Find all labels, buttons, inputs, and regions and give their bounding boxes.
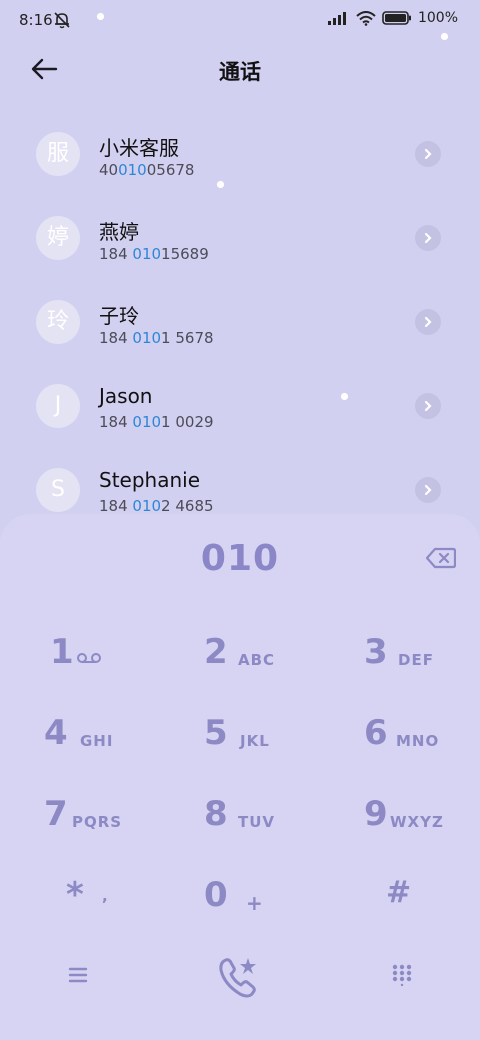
avatar: 婷 xyxy=(36,216,80,260)
status-time: 8:16 xyxy=(19,11,53,29)
notification-muted-icon xyxy=(54,12,70,29)
contact-detail-button[interactable] xyxy=(415,393,441,419)
match-highlight: 010 xyxy=(132,497,162,515)
contact-detail-button[interactable] xyxy=(415,309,441,335)
dial-key-star[interactable]: * , xyxy=(60,875,220,935)
match-highlight: 010 xyxy=(132,413,162,431)
dial-key-7[interactable]: 7 PQRS xyxy=(40,794,200,854)
signal-icon xyxy=(327,12,346,25)
contact-name: Jason xyxy=(99,384,153,408)
dialpad-panel: 010 1 2 ABC 3 DEF 4 GHI 5 JKL 6 MNO 7 PQ… xyxy=(0,514,480,1040)
contact-name: Stephanie xyxy=(99,468,201,492)
avatar: 玲 xyxy=(36,300,80,344)
battery-percent: 100% xyxy=(417,10,458,26)
avatar: J xyxy=(36,384,80,428)
match-highlight: 010 xyxy=(132,329,162,347)
contact-row[interactable]: J Jason 184 0101 0029 xyxy=(0,364,480,448)
contact-row[interactable]: 婷 燕婷 184 01015689 xyxy=(0,196,480,280)
dial-key-5[interactable]: 5 JKL xyxy=(200,713,360,773)
contact-number: 184 01015689 xyxy=(99,245,209,263)
menu-icon[interactable] xyxy=(68,966,88,984)
dial-key-8[interactable]: 8 TUV xyxy=(200,794,360,854)
contact-row[interactable]: 玲 子玲 184 0101 5678 xyxy=(0,280,480,364)
dialed-number-display[interactable]: 010 xyxy=(0,538,480,579)
contact-detail-button[interactable] xyxy=(415,477,441,503)
match-highlight: 010 xyxy=(132,245,162,263)
contact-name: 子玲 xyxy=(99,304,139,328)
avatar: 服 xyxy=(36,132,80,176)
sparkle-icon xyxy=(96,12,105,21)
header: 通话 xyxy=(0,48,480,92)
dial-key-3[interactable]: 3 DEF xyxy=(360,632,480,692)
contact-detail-button[interactable] xyxy=(415,225,441,251)
battery-icon xyxy=(382,11,411,25)
dial-key-2[interactable]: 2 ABC xyxy=(200,632,360,692)
avatar: S xyxy=(36,468,80,512)
contact-number: 4001005678 xyxy=(99,161,195,179)
status-bar: 8:16 100% xyxy=(0,0,480,40)
chevron-right-icon xyxy=(424,316,432,328)
contact-detail-button[interactable] xyxy=(415,141,441,167)
page-title: 通话 xyxy=(219,60,261,84)
chevron-right-icon xyxy=(424,148,432,160)
sparkle-icon xyxy=(440,32,449,41)
phone-call-icon[interactable] xyxy=(216,954,264,1000)
wifi-icon xyxy=(356,10,376,26)
contact-number: 184 0102 4685 xyxy=(99,497,214,515)
dial-key-6[interactable]: 6 MNO xyxy=(360,713,480,773)
match-highlight: 010 xyxy=(118,161,147,179)
voicemail-icon xyxy=(77,653,101,663)
contact-row[interactable]: 服 小米客服 4001005678 xyxy=(0,112,480,196)
dial-key-9[interactable]: 9 WXYZ xyxy=(360,794,480,854)
contact-name: 小米客服 xyxy=(99,136,179,160)
contact-name: 燕婷 xyxy=(99,220,139,244)
contact-number: 184 0101 5678 xyxy=(99,329,214,347)
dial-key-0[interactable]: 0 + xyxy=(200,875,360,935)
dial-key-hash[interactable]: # xyxy=(380,875,480,935)
contact-number: 184 0101 0029 xyxy=(99,413,214,431)
dial-key-4[interactable]: 4 GHI xyxy=(40,713,200,773)
keypad-grid-icon[interactable] xyxy=(392,964,412,986)
backspace-icon[interactable] xyxy=(426,547,456,569)
chevron-right-icon xyxy=(424,232,432,244)
chevron-right-icon xyxy=(424,484,432,496)
chevron-right-icon xyxy=(424,400,432,412)
dial-key-1[interactable]: 1 xyxy=(40,632,200,692)
